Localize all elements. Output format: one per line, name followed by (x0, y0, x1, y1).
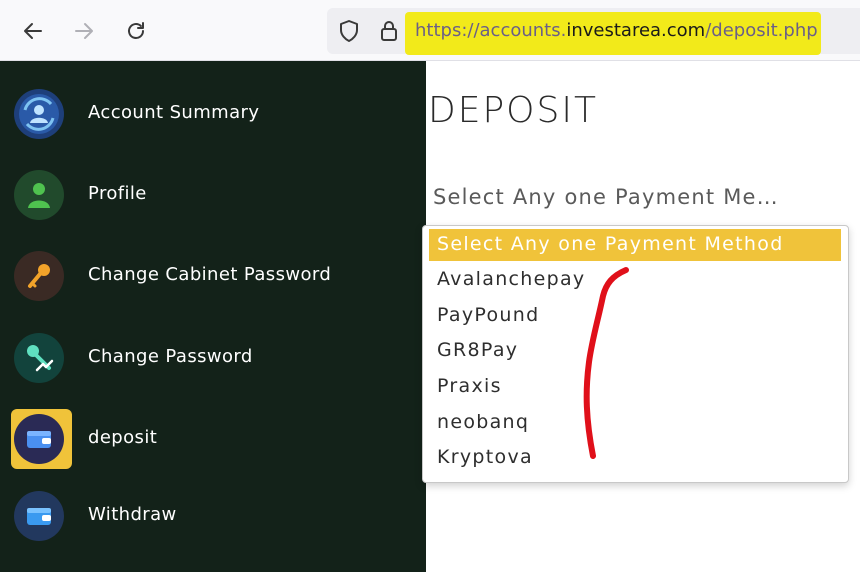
url-text[interactable]: https://accounts.investarea.com/deposit.… (415, 20, 818, 41)
sidebar-item-label: Profile (88, 183, 147, 204)
dropdown-option-gr8pay[interactable]: GR8Pay (437, 339, 518, 361)
reload-button[interactable] (119, 14, 153, 48)
url-domain: investarea.com (566, 20, 706, 41)
sidebar-item-label: deposit (88, 427, 158, 448)
browser-toolbar: https://accounts.investarea.com/deposit.… (0, 0, 860, 61)
dropdown-option-neobanq[interactable]: neobanq (437, 411, 529, 433)
dropdown-option-praxis[interactable]: Praxis (437, 375, 502, 397)
dropdown-option-placeholder[interactable]: Select Any one Payment Method (437, 233, 784, 255)
back-arrow-icon (24, 23, 42, 39)
back-button[interactable] (16, 14, 50, 48)
forward-button[interactable] (67, 14, 101, 48)
account-summary-icon (14, 89, 64, 139)
page-title: DEPOSIT (428, 90, 598, 131)
url-prefix: https://accounts. (415, 20, 567, 41)
sidebar-item-withdraw[interactable]: Withdraw (0, 481, 426, 551)
sidebar-item-label: Change Password (88, 346, 253, 367)
lock-icon[interactable] (378, 19, 400, 43)
reload-icon (128, 22, 144, 39)
url-path: /deposit.php (705, 20, 818, 41)
sidebar-item-profile[interactable]: Profile (0, 160, 426, 230)
dropdown-option-paypound[interactable]: PayPound (437, 304, 539, 326)
payment-method-dropdown: Select Any one Payment Method Avalanchep… (422, 225, 849, 483)
dropdown-option-kryptova[interactable]: Kryptova (437, 446, 533, 468)
withdraw-wallet-icon (14, 491, 64, 541)
sidebar-item-change-password[interactable]: Change Password (0, 323, 426, 393)
sidebar-item-deposit[interactable]: deposit (0, 404, 426, 474)
dropdown-option-avalanchepay[interactable]: Avalanchepay (437, 268, 585, 290)
sidebar-item-change-cabinet-password[interactable]: Change Cabinet Password (0, 241, 426, 311)
sidebar-item-label: Account Summary (88, 102, 260, 123)
profile-icon (14, 170, 64, 220)
key-icon (14, 251, 64, 301)
payment-method-select[interactable]: Select Any one Payment Me… (433, 185, 779, 209)
sidebar-item-label: Withdraw (88, 504, 177, 525)
sidebar: Account Summary Profile Change Cabinet P… (0, 61, 426, 572)
forward-arrow-icon (75, 23, 93, 39)
wallet-icon (14, 414, 64, 464)
sidebar-item-label: Change Cabinet Password (88, 264, 332, 285)
key-chart-icon (14, 333, 64, 383)
sidebar-item-account-summary[interactable]: Account Summary (0, 79, 426, 149)
tracking-shield-icon[interactable] (338, 19, 360, 43)
